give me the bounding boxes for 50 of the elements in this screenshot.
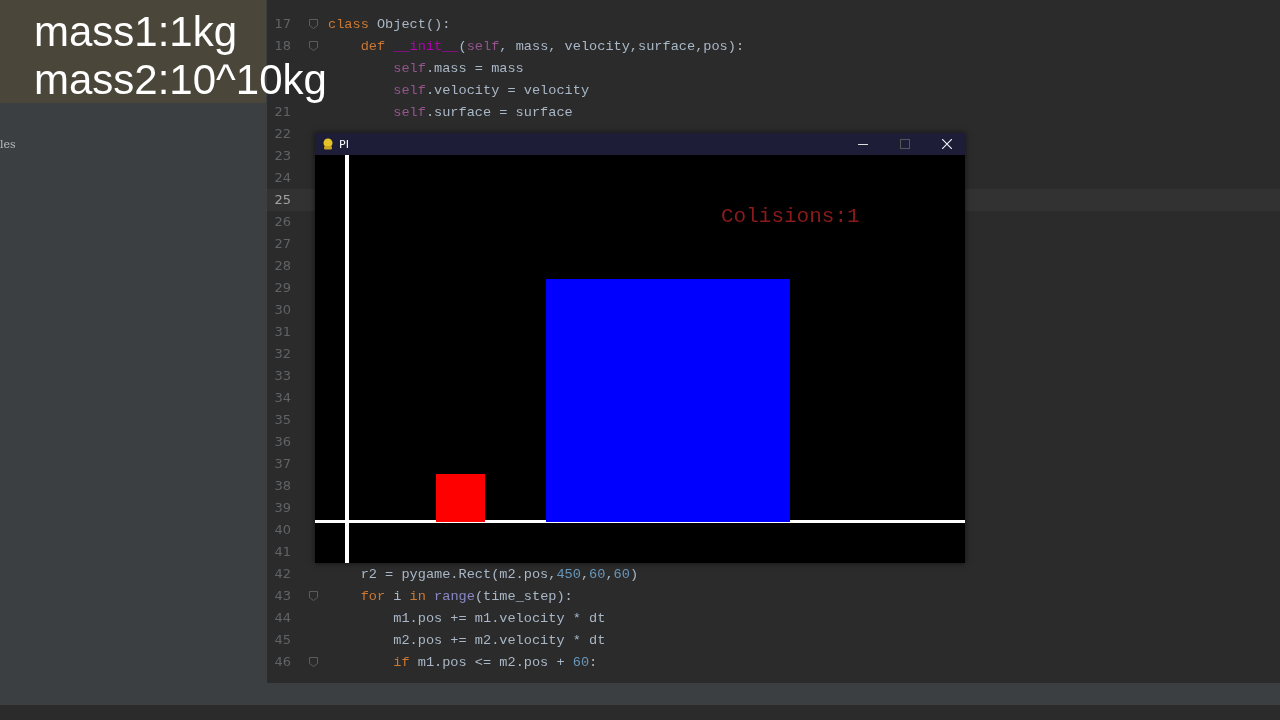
- app-icon: [322, 138, 334, 150]
- line-number: 28: [274, 258, 291, 273]
- line-number: 33: [274, 368, 291, 383]
- line-number: 26: [274, 214, 291, 229]
- line-number: 35: [274, 412, 291, 427]
- line-number: 41: [274, 544, 291, 559]
- code-line: self.mass = mass: [392, 60, 524, 76]
- code-line: r2 = pygame.Rect(m2.pos,450,60,60): [359, 566, 639, 582]
- code-line: m2.pos += m2.velocity * dt: [392, 632, 606, 648]
- line-number: 23: [274, 148, 291, 163]
- caption-text: mass1:1kg: [34, 8, 238, 56]
- line-number: 29: [274, 280, 291, 295]
- code-line: class Object():: [328, 16, 451, 32]
- line-number: 45: [274, 632, 291, 647]
- line-number: 24: [274, 170, 291, 185]
- sidebar-label: les: [0, 138, 16, 151]
- code-line: def __init__(self, mass, velocity,surface,pos):: [359, 38, 745, 54]
- line-number: 30: [274, 302, 291, 317]
- line-number: 40: [274, 522, 291, 537]
- line-number: 17: [274, 16, 291, 31]
- fold-icon[interactable]: [309, 41, 318, 51]
- line-number: 43: [274, 588, 291, 603]
- caption-text: mass2:10^10kg: [34, 56, 327, 104]
- line-number: 34: [274, 390, 291, 405]
- line-number: 31: [274, 324, 291, 339]
- line-number: 38: [274, 478, 291, 493]
- code-line: m1.pos += m1.velocity * dt: [392, 610, 606, 626]
- code-line: self.velocity = velocity: [392, 82, 590, 98]
- line-number: 44: [274, 610, 291, 625]
- code-line: for i in range(time_step):: [359, 588, 573, 604]
- line-number: 25: [274, 192, 291, 207]
- fold-icon[interactable]: [309, 591, 318, 601]
- collision-counter: Colisions:1: [721, 205, 860, 228]
- fold-icon[interactable]: [309, 19, 318, 29]
- line-number: 42: [274, 566, 291, 581]
- line-number: 21: [274, 104, 291, 119]
- code-line: self.surface = surface: [392, 104, 573, 120]
- close-icon[interactable]: [941, 139, 952, 149]
- maximize-icon[interactable]: [899, 139, 910, 149]
- code-line: if m1.pos <= m2.pos + 60:: [392, 654, 598, 670]
- line-number: 39: [274, 500, 291, 515]
- line-number: 37: [274, 456, 291, 471]
- line-number: 36: [274, 434, 291, 449]
- line-number: 22: [274, 126, 291, 141]
- fold-icon[interactable]: [309, 657, 318, 667]
- window-title: PI: [339, 137, 350, 151]
- line-number: 18: [274, 38, 291, 53]
- line-number: 32: [274, 346, 291, 361]
- line-number: 27: [274, 236, 291, 251]
- line-number: 46: [274, 654, 291, 669]
